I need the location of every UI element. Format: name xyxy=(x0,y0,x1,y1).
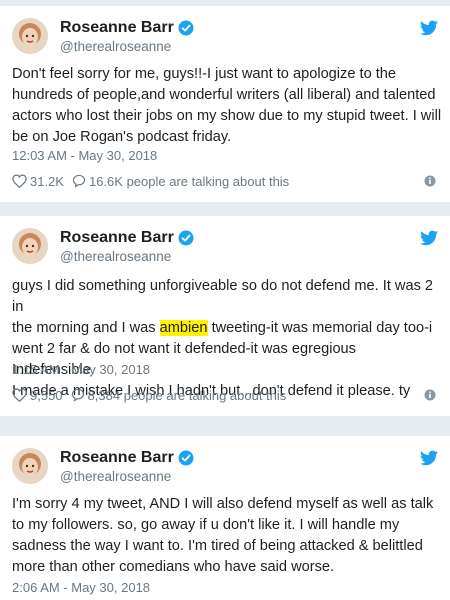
tweet-actions: 9,550 8,384 people are talking about thi… xyxy=(12,386,286,404)
info-icon[interactable] xyxy=(424,175,436,187)
tweet-actions: 31.2K 16.6K people are talking about thi… xyxy=(12,172,289,190)
tweet-header: Roseanne Barr @therealroseanne xyxy=(0,436,450,492)
talking-text: 8,384 people are talking about this xyxy=(87,387,287,403)
tweet-text-line: sadness the way I want to. I'm tired of … xyxy=(12,538,423,554)
tweet-text-line: more than other comedians who have said … xyxy=(12,559,335,575)
verified-badge-icon xyxy=(178,230,194,246)
twitter-bird-icon[interactable] xyxy=(420,20,438,36)
talking-link[interactable]: 16.6K people are talking about this xyxy=(72,174,289,189)
heart-icon[interactable] xyxy=(12,174,27,188)
highlighted-word: ambien xyxy=(159,320,208,336)
timestamp-link[interactable]: 2:06 AM - May 30, 2018 xyxy=(12,580,150,595)
tweet-text: Don't feel sorry for me, guys!!-I just w… xyxy=(12,64,442,148)
heart-icon[interactable] xyxy=(12,388,27,402)
avatar[interactable] xyxy=(12,448,48,484)
tweet-text: I'm sorry 4 my tweet, AND I will also de… xyxy=(12,494,442,578)
display-name[interactable]: Roseanne Barr xyxy=(60,229,174,247)
tweet-card-3[interactable]: Roseanne Barr @therealroseanne I'm sorry… xyxy=(0,436,450,600)
tweet-divider xyxy=(0,202,450,216)
tweet-card-1[interactable]: Roseanne Barr @therealroseanne Don't fee… xyxy=(0,6,450,202)
verified-badge-icon xyxy=(178,20,194,36)
twitter-bird-icon[interactable] xyxy=(420,230,438,246)
text-segment: tweeting-it was memorial day too-i xyxy=(207,320,433,336)
like-count[interactable]: 9,550 xyxy=(30,388,63,403)
tweet-header: Roseanne Barr @therealroseanne xyxy=(0,6,450,62)
tweet-text-line: I'm sorry 4 my tweet, AND I will also de… xyxy=(12,496,434,512)
tweet-text-line: guys I did something unforgiveable so do… xyxy=(12,278,434,315)
tweet-text-line: be on Joe Rogan's podcast friday. xyxy=(12,129,232,145)
info-icon[interactable] xyxy=(424,389,436,401)
twitter-bird-icon[interactable] xyxy=(420,450,438,466)
tweet-divider xyxy=(0,416,450,436)
talking-text: 16.6K people are talking about this xyxy=(88,173,290,189)
reply-bubble-icon xyxy=(71,388,84,402)
display-name[interactable]: Roseanne Barr xyxy=(60,449,174,467)
tweet-header: Roseanne Barr @therealroseanne xyxy=(0,216,450,272)
tweet-text-line: the morning and I was ambien tweeting-it… xyxy=(12,318,442,339)
handle[interactable]: @therealroseanne xyxy=(60,249,194,264)
text-segment: the morning and I was xyxy=(12,320,160,336)
handle[interactable]: @therealroseanne xyxy=(60,39,194,54)
reply-bubble-icon xyxy=(72,174,86,188)
tweet-text: guys I did something unforgiveable so do… xyxy=(12,276,442,402)
avatar[interactable] xyxy=(12,228,48,264)
like-count[interactable]: 31.2K xyxy=(30,174,64,189)
talking-link[interactable]: 8,384 people are talking about this xyxy=(71,387,287,403)
timestamp-link[interactable]: 1:15 AM - May 30, 2018 xyxy=(12,362,150,377)
display-name[interactable]: Roseanne Barr xyxy=(60,19,174,37)
handle[interactable]: @therealroseanne xyxy=(60,469,194,484)
tweet-text-line: hundreds of people,and wonderful writers… xyxy=(12,87,436,103)
avatar[interactable] xyxy=(12,18,48,54)
timestamp-link[interactable]: 12:03 AM - May 30, 2018 xyxy=(12,148,157,163)
tweet-text-line: actors who lost their jobs on my show du… xyxy=(12,108,442,124)
tweet-text-line: Don't feel sorry for me, guys!!-I just w… xyxy=(12,66,397,82)
tweet-card-2[interactable]: Roseanne Barr @therealroseanne guys I di… xyxy=(0,216,450,416)
tweet-text-line: to my followers. so, go away if u don't … xyxy=(12,517,400,533)
verified-badge-icon xyxy=(178,450,194,466)
